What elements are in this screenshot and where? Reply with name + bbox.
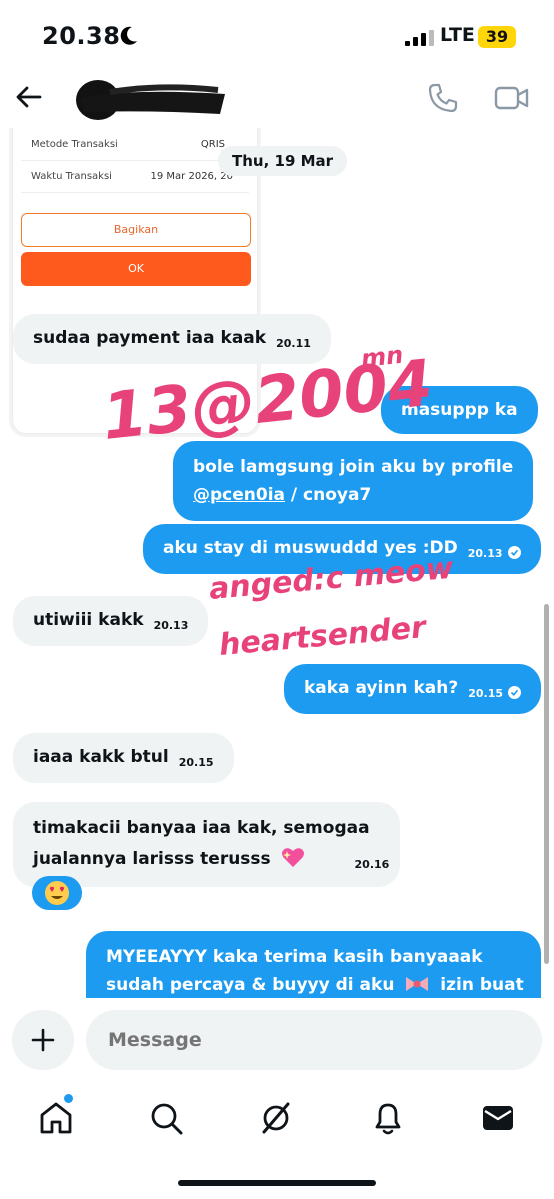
mail-icon[interactable] <box>478 1098 518 1138</box>
message-bubble-incoming[interactable]: timakacii banyaa iaa kak, semogaa jualan… <box>13 802 400 887</box>
plus-icon <box>31 1028 55 1052</box>
bottom-nav <box>0 1080 554 1199</box>
handwriting-line: mn <box>360 341 405 373</box>
phone-icon[interactable] <box>427 82 459 114</box>
moon-icon <box>120 26 137 45</box>
message-input[interactable] <box>86 1010 542 1070</box>
receipt-row-method: Metode Transaksi QRIS <box>21 129 249 161</box>
message-text: MYEEAYYY kaka terima kasih banyaaak <box>106 947 483 967</box>
read-check-icon <box>507 546 521 559</box>
message-text: iaaa kakk btul <box>33 747 169 767</box>
message-bubble-outgoing[interactable]: aku stay di muswuddd yes :DD 20.13 <box>143 524 541 574</box>
video-camera-icon[interactable] <box>494 84 530 112</box>
receipt-label: Waktu Transaksi <box>31 171 112 182</box>
ok-button: OK <box>21 252 251 286</box>
message-time: 20.13 <box>467 547 503 560</box>
message-text: utiwiii kakk <box>33 610 144 630</box>
status-time: 20.38 <box>42 22 121 50</box>
scrollbar[interactable] <box>544 604 549 964</box>
message-text: sudah percaya & buyyy di aku <box>106 975 395 995</box>
message-text: izin buat <box>440 975 524 995</box>
message-text: sudaa payment iaa kaak <box>33 328 267 348</box>
notification-dot <box>64 1094 73 1103</box>
grok-icon[interactable] <box>256 1098 296 1138</box>
redacted-contact-name <box>76 80 225 120</box>
message-bubble-outgoing[interactable]: masuppp ka <box>381 386 538 434</box>
receipt-value: QRIS <box>200 139 225 150</box>
message-text: kaka ayinn kah? <box>304 678 459 698</box>
bell-icon[interactable] <box>368 1098 408 1138</box>
home-indicator <box>178 1180 376 1186</box>
message-bubble-outgoing[interactable]: bole lamgsung join aku by profile @pcen0… <box>173 441 534 521</box>
message-bubble-outgoing[interactable]: MYEEAYYY kaka terima kasih banyaaak suda… <box>86 931 541 998</box>
heart-eyes-reaction[interactable] <box>32 876 82 910</box>
heart-eyes-emoji-icon <box>45 881 69 905</box>
message-bubble-incoming[interactable]: sudaa payment iaa kaak 20.11 <box>13 314 331 364</box>
receipt-row-time: Waktu Transaksi 19 Mar 2026, 20 <box>21 161 249 193</box>
message-time: 20.13 <box>153 619 189 632</box>
message-time: 20.15 <box>178 756 214 769</box>
chat-area: Metode Transaksi QRIS Waktu Transaksi 19… <box>0 128 554 998</box>
receipt-label: Metode Transaksi <box>31 139 118 150</box>
receipt-value: 19 Mar 2026, 20 <box>150 171 233 182</box>
message-bubble-incoming[interactable]: iaaa kakk btul 20.15 <box>13 733 234 783</box>
share-button: Bagikan <box>21 213 251 247</box>
signal-icon <box>405 30 434 46</box>
add-attachment-button[interactable] <box>12 1010 74 1070</box>
message-text: masuppp ka <box>401 400 518 420</box>
network-label: LTE <box>440 24 475 46</box>
message-text: / cnoya7 <box>285 485 372 505</box>
search-icon[interactable] <box>146 1098 186 1138</box>
receipt-image[interactable]: Metode Transaksi QRIS Waktu Transaksi 19… <box>12 128 258 434</box>
home-icon[interactable] <box>36 1098 76 1138</box>
message-bubble-outgoing[interactable]: kaka ayinn kah? 20.15 <box>284 664 541 714</box>
message-time: 20.16 <box>354 858 390 871</box>
message-text: jualannya larisss terusss <box>33 849 271 869</box>
message-time: 20.15 <box>468 687 503 700</box>
date-separator: Thu, 19 Mar <box>218 146 348 176</box>
arrow-left-icon[interactable] <box>14 82 44 112</box>
message-text: bole lamgsung join aku by profile <box>193 457 514 477</box>
sparkling-heart-emoji <box>281 848 304 867</box>
message-text: aku stay di muswuddd yes :DD <box>163 538 458 558</box>
status-bar: 20.38 LTE 39 <box>0 0 554 72</box>
message-composer <box>0 1000 554 1080</box>
message-time: 20.11 <box>276 337 311 350</box>
chat-header <box>0 72 554 128</box>
mention-link[interactable]: @pcen0ia <box>193 485 285 505</box>
handwriting-line: heartsender <box>218 610 430 663</box>
message-text: timakacii banyaa iaa kak, semogaa <box>33 818 370 838</box>
battery-badge: 39 <box>478 26 516 48</box>
ribbon-emoji <box>406 977 429 991</box>
read-check-icon <box>508 686 521 699</box>
message-bubble-incoming[interactable]: utiwiii kakk 20.13 <box>13 596 209 646</box>
